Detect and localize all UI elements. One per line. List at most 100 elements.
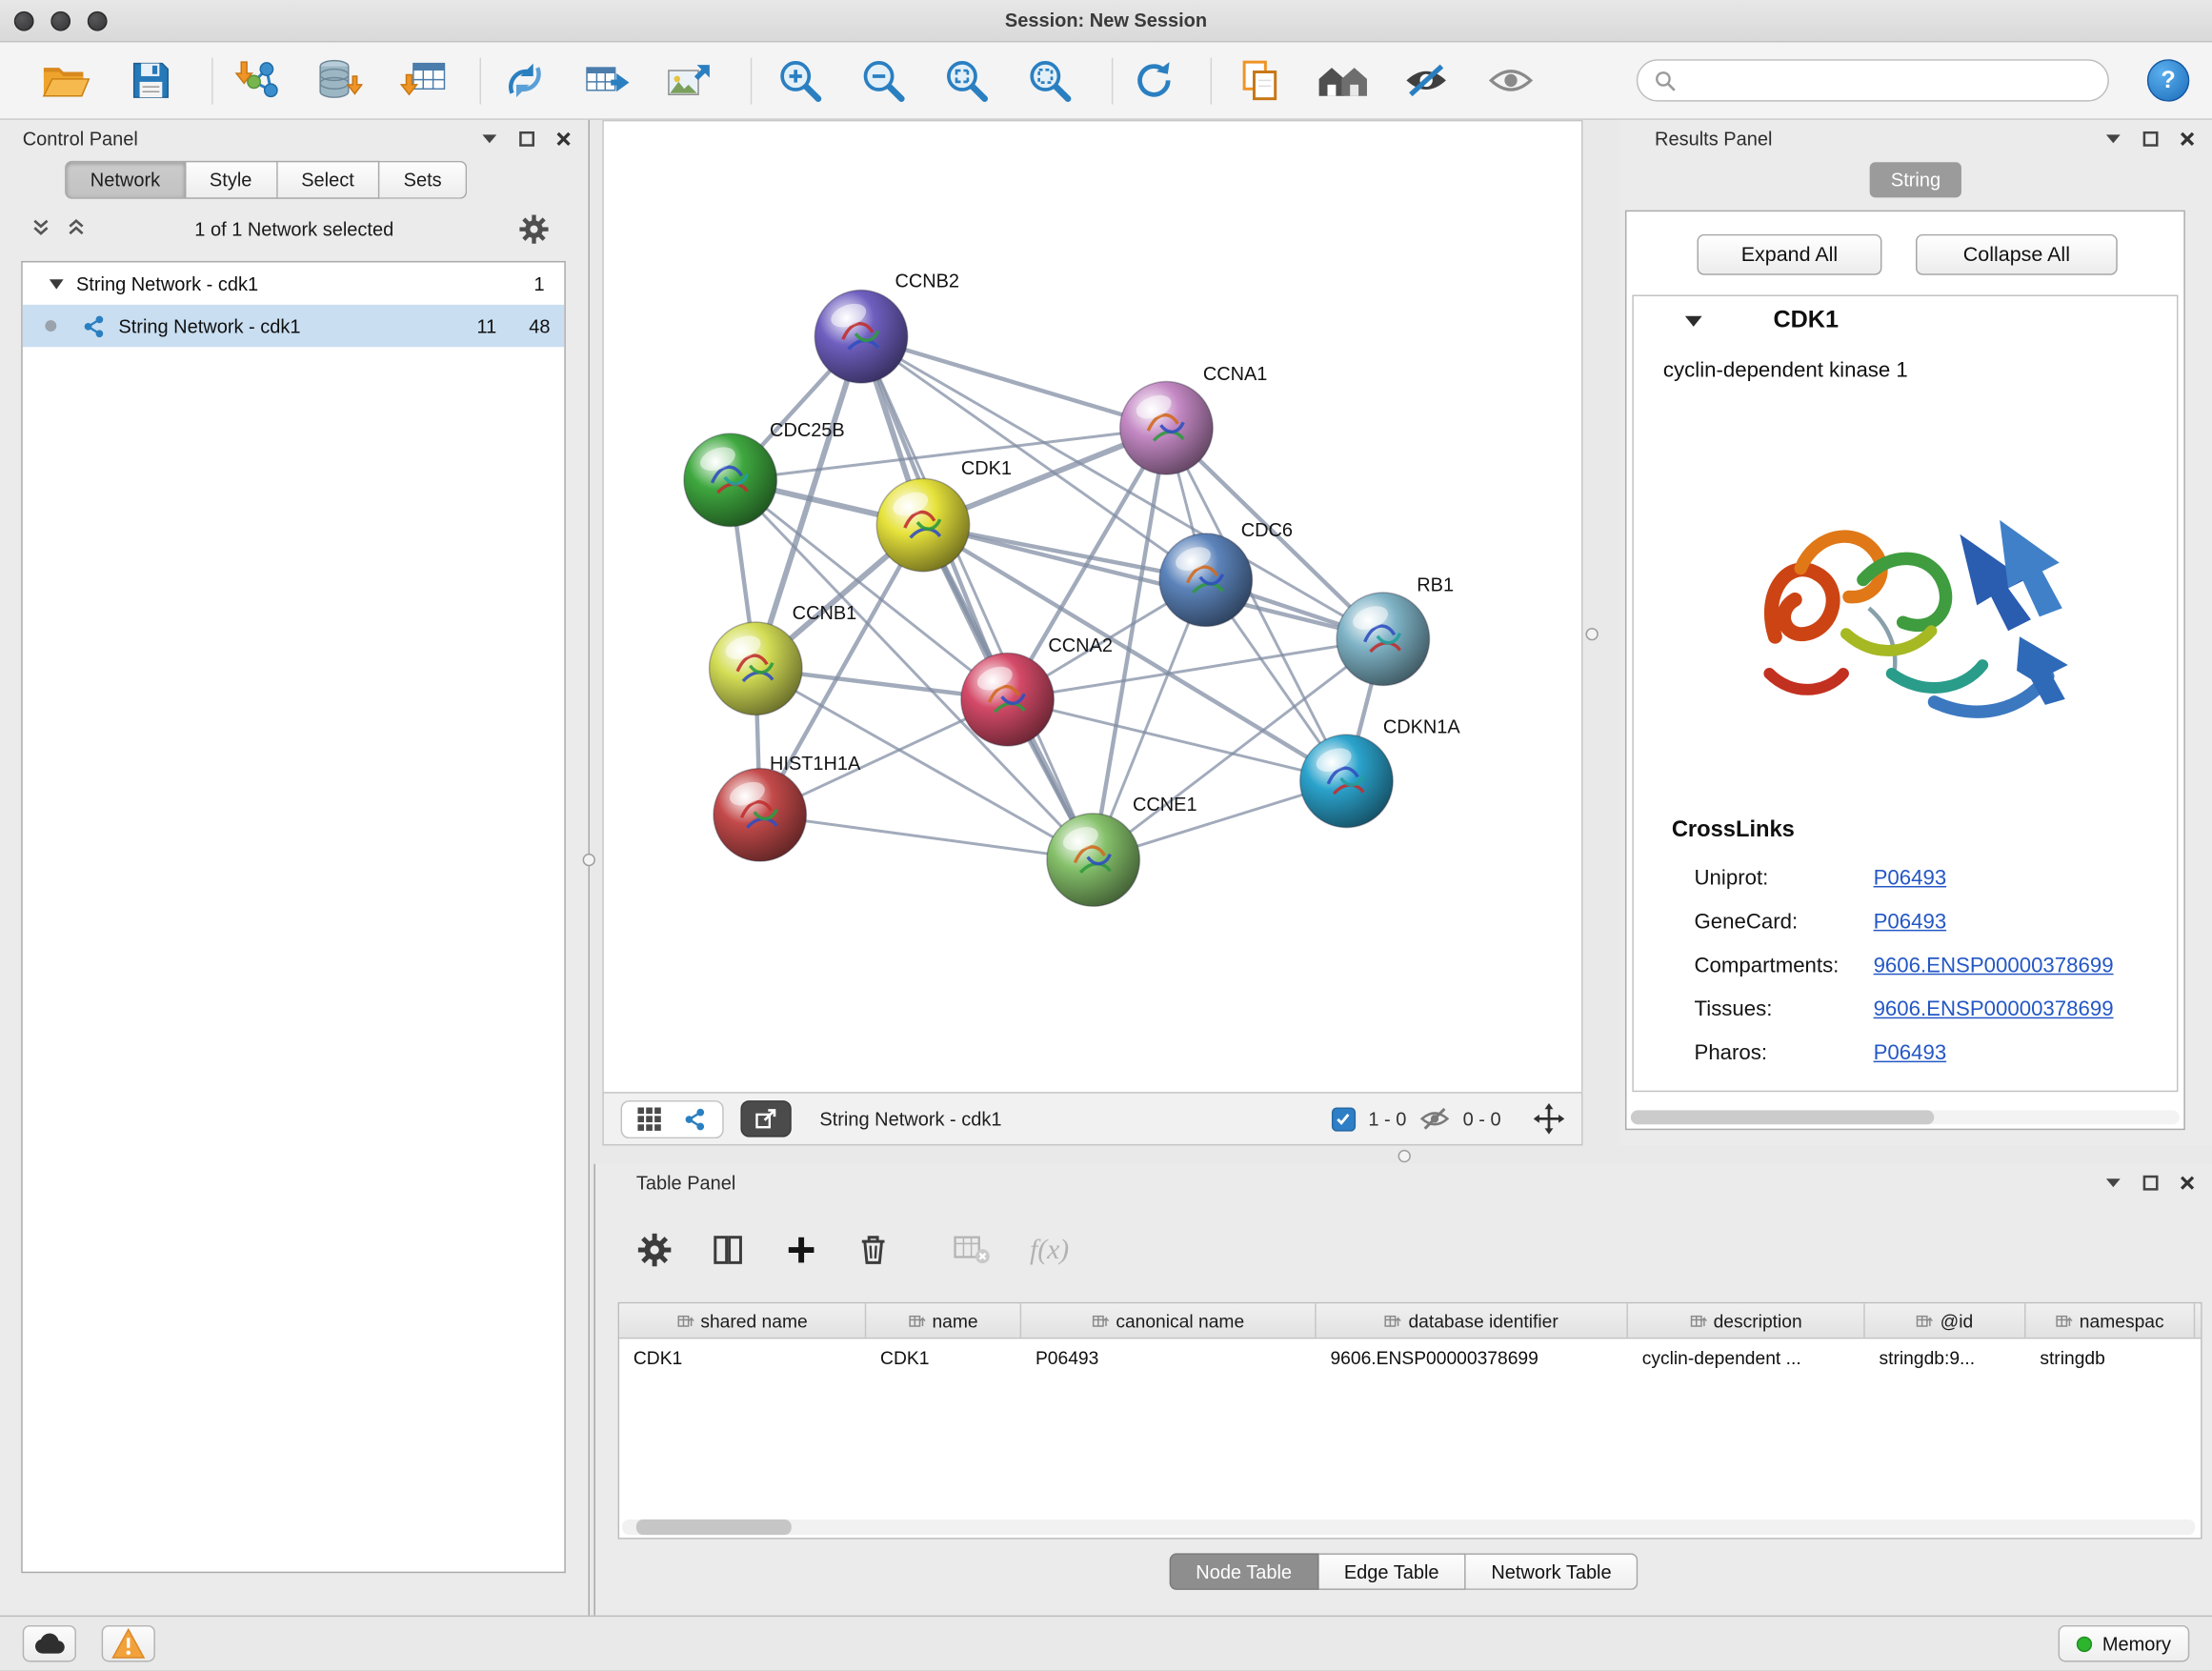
memory-button[interactable]: Memory: [2059, 1625, 2189, 1662]
warnings-button[interactable]: [102, 1625, 155, 1662]
save-session-button[interactable]: [121, 50, 180, 110]
tab-network-table[interactable]: Network Table: [1466, 1553, 1639, 1590]
tab-string[interactable]: String: [1870, 162, 1962, 197]
sort-icon: [1384, 1312, 1401, 1329]
open-session-button[interactable]: [37, 50, 96, 110]
zoom-selected-icon: [1026, 56, 1074, 104]
hide-selected-button[interactable]: [1397, 50, 1456, 110]
zoom-selected-button[interactable]: [1020, 50, 1079, 110]
network-node-CCNA1[interactable]: CCNA1: [1120, 364, 1268, 474]
network-node-CCNB2[interactable]: CCNB2: [814, 272, 959, 383]
style-houses-button[interactable]: [1314, 50, 1373, 110]
clone-network-button[interactable]: [1230, 50, 1289, 110]
tab-network[interactable]: Network: [65, 161, 186, 199]
scrollbar-thumb[interactable]: [636, 1520, 792, 1535]
tab-select[interactable]: Select: [277, 161, 379, 199]
show-columns-button[interactable]: [711, 1233, 745, 1267]
panel-menu-button[interactable]: [2104, 132, 2122, 144]
network-node-CDK1[interactable]: CDK1: [876, 458, 1012, 572]
delete-column-button[interactable]: [857, 1233, 889, 1267]
network-options-button[interactable]: [519, 214, 549, 249]
scrollbar-thumb[interactable]: [1631, 1110, 1934, 1124]
search-input[interactable]: [1687, 69, 2091, 92]
string-panel-toggle-button[interactable]: [683, 1107, 707, 1131]
table-horizontal-scrollbar[interactable]: [622, 1520, 2195, 1535]
panel-float-button[interactable]: [519, 131, 534, 146]
network-node-CCNB1[interactable]: CCNB1: [710, 603, 857, 715]
tab-edge-table[interactable]: Edge Table: [1318, 1553, 1465, 1590]
tab-node-table[interactable]: Node Table: [1169, 1553, 1318, 1590]
help-button[interactable]: ?: [2147, 59, 2189, 101]
pan-handle-right[interactable]: [1585, 628, 1598, 640]
tab-sets[interactable]: Sets: [379, 161, 467, 199]
import-network-file-button[interactable]: [229, 50, 288, 110]
network-node-CDKN1A[interactable]: CDKN1A: [1300, 717, 1461, 828]
open-in-browser-button[interactable]: [740, 1100, 791, 1137]
sort-icon: [1092, 1312, 1109, 1329]
selected-checkbox[interactable]: [1332, 1107, 1356, 1131]
zoom-out-button[interactable]: [854, 50, 913, 110]
protein-structure-image: [1720, 409, 2090, 778]
pan-handle-left[interactable]: [583, 854, 595, 866]
column-header-name[interactable]: name: [866, 1303, 1021, 1338]
table-settings-button[interactable]: [637, 1233, 672, 1267]
crosslink-link[interactable]: 9606.ENSP00000378699: [1874, 997, 2114, 1021]
column-header-description[interactable]: description: [1628, 1303, 1865, 1338]
column-header-canonical-name[interactable]: canonical name: [1021, 1303, 1316, 1338]
window-zoom-button[interactable]: [88, 11, 108, 31]
pan-tool-button[interactable]: [1534, 1103, 1565, 1135]
table-cell: stringdb: [2026, 1347, 2196, 1368]
new-network-from-selection-button[interactable]: [577, 50, 636, 110]
results-horizontal-scrollbar[interactable]: [1631, 1110, 2180, 1124]
panel-close-button[interactable]: [2180, 131, 2195, 146]
tab-style[interactable]: Style: [186, 161, 277, 199]
crosslink-link[interactable]: P06493: [1874, 866, 1947, 890]
panel-menu-button[interactable]: [2104, 1177, 2122, 1188]
table-row[interactable]: CDK1CDK1P064939606.ENSP00000378699cyclin…: [619, 1339, 2201, 1377]
import-network-database-button[interactable]: [309, 50, 368, 110]
zoom-fit-button[interactable]: [936, 50, 995, 110]
network-node-RB1[interactable]: RB1: [1337, 575, 1454, 686]
column-header-shared-name[interactable]: shared name: [619, 1303, 866, 1338]
panel-float-button[interactable]: [2142, 131, 2158, 146]
crosslink-link[interactable]: P06493: [1874, 910, 1947, 934]
cloud-status-button[interactable]: [23, 1625, 76, 1662]
column-header-namespac[interactable]: namespac: [2026, 1303, 2196, 1338]
window-minimize-button[interactable]: [50, 11, 70, 31]
panel-menu-button[interactable]: [481, 132, 498, 144]
refresh-layout-button[interactable]: [1124, 50, 1183, 110]
zoom-in-button[interactable]: [771, 50, 830, 110]
crosslink-link[interactable]: P06493: [1874, 1041, 1947, 1065]
table-header-row: shared namenamecanonical namedatabase id…: [619, 1303, 2201, 1339]
search-field[interactable]: [1637, 59, 2109, 101]
collapse-all-button[interactable]: Collapse All: [1916, 234, 2118, 275]
export-image-button[interactable]: [659, 50, 718, 110]
panel-close-button[interactable]: [555, 131, 571, 146]
network-collection-row[interactable]: String Network - cdk1 1: [23, 262, 565, 304]
control-panel-title: Control Panel: [23, 128, 138, 149]
pan-handle-bottom[interactable]: [1398, 1150, 1411, 1162]
expand-all-button[interactable]: Expand All: [1697, 234, 1881, 275]
new-network-button[interactable]: [495, 50, 554, 110]
window-close-button[interactable]: [14, 11, 34, 31]
panel-float-button[interactable]: [2142, 1175, 2158, 1190]
network-edge-CCNB2-CCNA1[interactable]: [861, 336, 1166, 428]
network-edge-CCNA2-CDKN1A[interactable]: [1008, 699, 1347, 781]
network-node-HIST1H1A[interactable]: HIST1H1A: [714, 754, 861, 861]
column-header-database-identifier[interactable]: database identifier: [1317, 1303, 1628, 1338]
network-edge-HIST1H1A-CCNE1[interactable]: [760, 815, 1094, 859]
collection-disclosure-triangle[interactable]: [50, 278, 64, 290]
network-edge-CCNB2-CCNE1[interactable]: [861, 336, 1094, 859]
network-canvas[interactable]: CCNB2CCNA1CDC25BCDK1CDC6RB1CCNB1CCNA2CDK…: [604, 121, 1581, 1092]
folder-open-icon: [41, 59, 91, 101]
add-column-button[interactable]: [784, 1233, 818, 1267]
birds-eye-view-button[interactable]: [637, 1107, 661, 1131]
import-table-button[interactable]: [393, 50, 452, 110]
network-row[interactable]: String Network - cdk1 11 48: [23, 305, 565, 347]
section-disclosure-triangle[interactable]: [1684, 314, 1702, 327]
panel-close-button[interactable]: [2180, 1175, 2195, 1190]
show-all-button[interactable]: [1481, 50, 1540, 110]
crosslink-link[interactable]: 9606.ENSP00000378699: [1874, 954, 2114, 977]
network-node-label: CDC25B: [770, 420, 845, 441]
column-header--id[interactable]: @id: [1865, 1303, 2026, 1338]
